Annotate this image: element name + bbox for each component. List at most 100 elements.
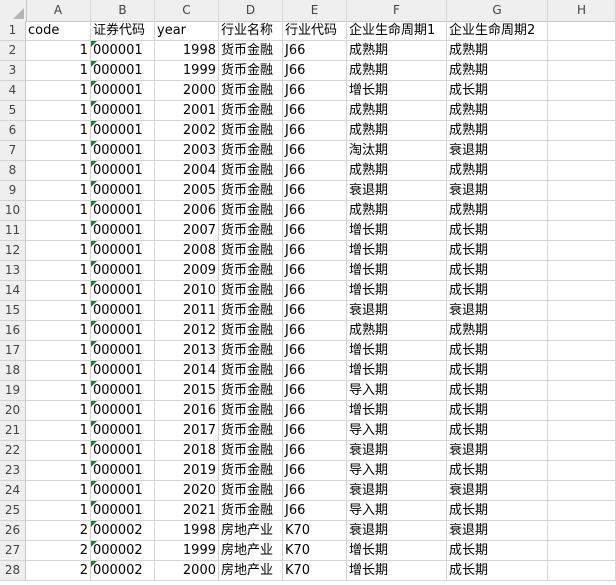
cell-g28[interactable]: 成长期 — [447, 561, 548, 581]
cell-d3[interactable]: 货币金融 — [219, 61, 283, 81]
cell-f11[interactable]: 增长期 — [347, 221, 447, 241]
cell-a3[interactable]: 1 — [26, 61, 91, 81]
cell-e21[interactable]: J66 — [283, 421, 347, 441]
cell-d17[interactable]: 货币金融 — [219, 341, 283, 361]
cell-b20[interactable]: 000001 — [91, 401, 155, 421]
cell-b11[interactable]: 000001 — [91, 221, 155, 241]
row-header[interactable]: 19 — [0, 381, 26, 401]
cell-g14[interactable]: 成长期 — [447, 281, 548, 301]
cell-d8[interactable]: 货币金融 — [219, 161, 283, 181]
cell-a19[interactable]: 1 — [26, 381, 91, 401]
cell-c27[interactable]: 1999 — [155, 541, 219, 561]
cell-h17[interactable] — [548, 341, 616, 361]
cell-f23[interactable]: 导入期 — [347, 461, 447, 481]
cell-e18[interactable]: J66 — [283, 361, 347, 381]
cell-c19[interactable]: 2015 — [155, 381, 219, 401]
cell-b17[interactable]: 000001 — [91, 341, 155, 361]
cell-f20[interactable]: 增长期 — [347, 401, 447, 421]
cell-e23[interactable]: J66 — [283, 461, 347, 481]
cell-a8[interactable]: 1 — [26, 161, 91, 181]
cell-g16[interactable]: 成熟期 — [447, 321, 548, 341]
cell-h11[interactable] — [548, 221, 616, 241]
row-header[interactable]: 24 — [0, 481, 26, 501]
cell-e1[interactable]: 行业代码 — [283, 21, 347, 41]
row-header[interactable]: 4 — [0, 81, 26, 101]
cell-h10[interactable] — [548, 201, 616, 221]
cell-c22[interactable]: 2018 — [155, 441, 219, 461]
cell-g19[interactable]: 成长期 — [447, 381, 548, 401]
cell-f19[interactable]: 导入期 — [347, 381, 447, 401]
cell-h24[interactable] — [548, 481, 616, 501]
cell-h25[interactable] — [548, 501, 616, 521]
row-header[interactable]: 6 — [0, 121, 26, 141]
cell-c21[interactable]: 2017 — [155, 421, 219, 441]
cell-g8[interactable]: 成熟期 — [447, 161, 548, 181]
cell-g4[interactable]: 成长期 — [447, 81, 548, 101]
cell-h12[interactable] — [548, 241, 616, 261]
column-header-c[interactable]: C — [155, 0, 219, 21]
cell-d22[interactable]: 货币金融 — [219, 441, 283, 461]
cell-g21[interactable]: 成长期 — [447, 421, 548, 441]
cell-g27[interactable]: 成长期 — [447, 541, 548, 561]
column-header-h[interactable]: H — [548, 0, 616, 21]
cell-h26[interactable] — [548, 521, 616, 541]
cell-h2[interactable] — [548, 41, 616, 61]
cell-d9[interactable]: 货币金融 — [219, 181, 283, 201]
cell-g1[interactable]: 企业生命周期2 — [447, 21, 548, 41]
cell-b22[interactable]: 000001 — [91, 441, 155, 461]
cell-h19[interactable] — [548, 381, 616, 401]
cell-f28[interactable]: 增长期 — [347, 561, 447, 581]
cell-a2[interactable]: 1 — [26, 41, 91, 61]
cell-h6[interactable] — [548, 121, 616, 141]
row-header[interactable]: 3 — [0, 61, 26, 81]
row-header[interactable]: 25 — [0, 501, 26, 521]
cell-b19[interactable]: 000001 — [91, 381, 155, 401]
cell-d28[interactable]: 房地产业 — [219, 561, 283, 581]
cell-e27[interactable]: K70 — [283, 541, 347, 561]
cell-f5[interactable]: 成熟期 — [347, 101, 447, 121]
row-header[interactable]: 23 — [0, 461, 26, 481]
cell-f18[interactable]: 增长期 — [347, 361, 447, 381]
cell-e12[interactable]: J66 — [283, 241, 347, 261]
cell-e24[interactable]: J66 — [283, 481, 347, 501]
cell-h16[interactable] — [548, 321, 616, 341]
row-header[interactable]: 18 — [0, 361, 26, 381]
cell-a17[interactable]: 1 — [26, 341, 91, 361]
column-header-b[interactable]: B — [91, 0, 155, 21]
cell-d7[interactable]: 货币金融 — [219, 141, 283, 161]
cell-h22[interactable] — [548, 441, 616, 461]
cell-h23[interactable] — [548, 461, 616, 481]
cell-f17[interactable]: 增长期 — [347, 341, 447, 361]
cell-c1[interactable]: year — [155, 21, 219, 41]
row-header[interactable]: 8 — [0, 161, 26, 181]
cell-g22[interactable]: 衰退期 — [447, 441, 548, 461]
cell-b9[interactable]: 000001 — [91, 181, 155, 201]
cell-a6[interactable]: 1 — [26, 121, 91, 141]
cell-d23[interactable]: 货币金融 — [219, 461, 283, 481]
cell-a1[interactable]: code — [26, 21, 91, 41]
cell-f14[interactable]: 增长期 — [347, 281, 447, 301]
cell-a24[interactable]: 1 — [26, 481, 91, 501]
cell-e4[interactable]: J66 — [283, 81, 347, 101]
cell-d27[interactable]: 房地产业 — [219, 541, 283, 561]
column-header-a[interactable]: A — [26, 0, 91, 21]
cell-f25[interactable]: 导入期 — [347, 501, 447, 521]
cell-d18[interactable]: 货币金融 — [219, 361, 283, 381]
cell-g15[interactable]: 衰退期 — [447, 301, 548, 321]
row-header[interactable]: 16 — [0, 321, 26, 341]
cell-c17[interactable]: 2013 — [155, 341, 219, 361]
cell-h20[interactable] — [548, 401, 616, 421]
cell-c5[interactable]: 2001 — [155, 101, 219, 121]
cell-b27[interactable]: 000002 — [91, 541, 155, 561]
cell-d2[interactable]: 货币金融 — [219, 41, 283, 61]
cell-d21[interactable]: 货币金融 — [219, 421, 283, 441]
cell-f10[interactable]: 成熟期 — [347, 201, 447, 221]
cell-e11[interactable]: J66 — [283, 221, 347, 241]
cell-f9[interactable]: 衰退期 — [347, 181, 447, 201]
row-header[interactable]: 2 — [0, 41, 26, 61]
cell-a25[interactable]: 1 — [26, 501, 91, 521]
cell-f22[interactable]: 衰退期 — [347, 441, 447, 461]
cell-a23[interactable]: 1 — [26, 461, 91, 481]
cell-a12[interactable]: 1 — [26, 241, 91, 261]
row-header[interactable]: 17 — [0, 341, 26, 361]
